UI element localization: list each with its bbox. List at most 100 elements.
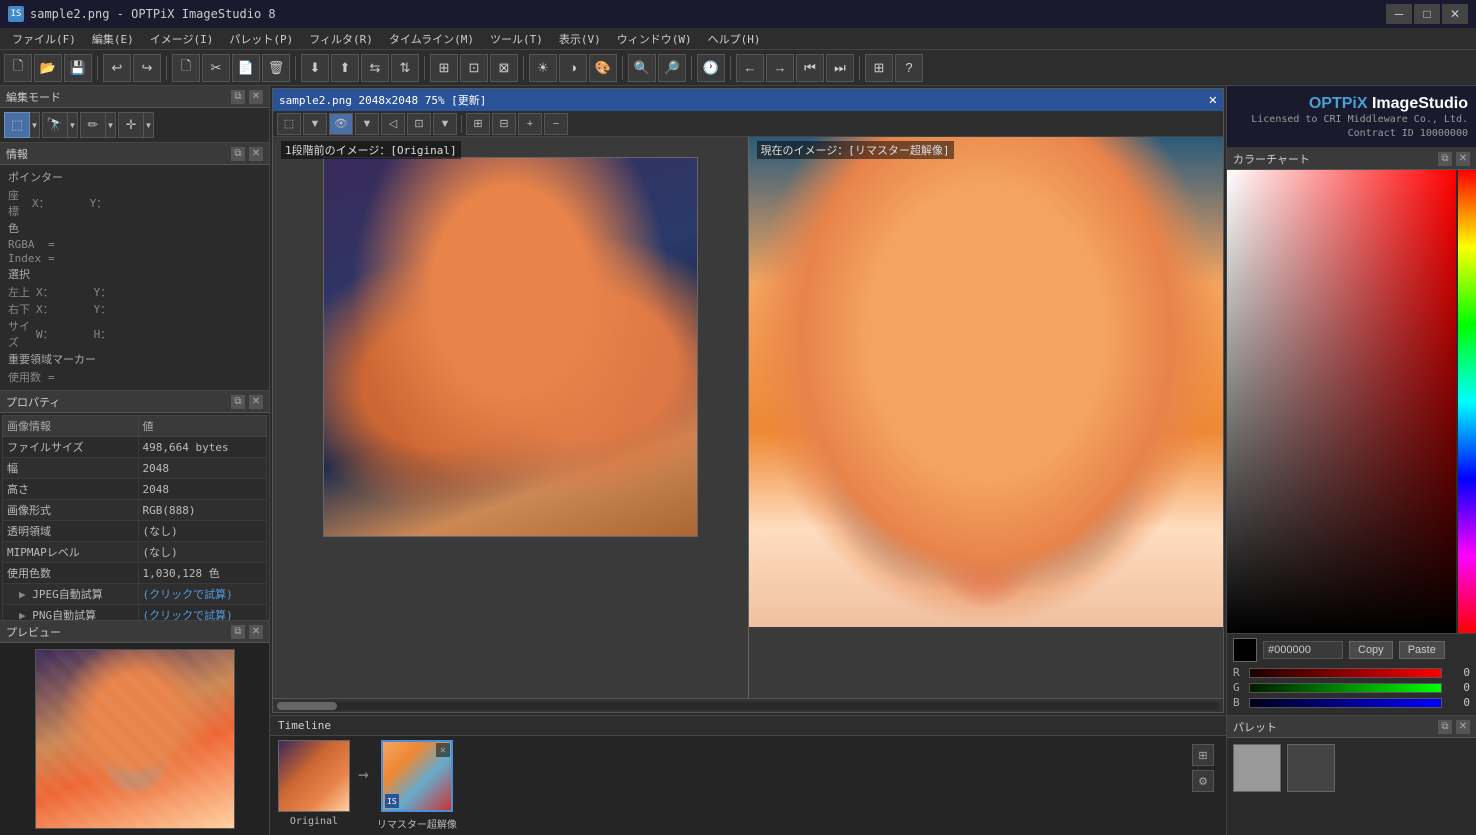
props-detach[interactable]: ⧉: [231, 395, 245, 409]
select-rect-tool[interactable]: ⬚: [4, 112, 30, 138]
prop-value-7[interactable]: (クリックで試算): [138, 584, 266, 605]
toolbar-open[interactable]: 📂: [34, 54, 62, 82]
toolbar-contrast[interactable]: ◑: [559, 54, 587, 82]
timeline-settings-btn[interactable]: ⚙: [1192, 770, 1214, 792]
toolbar-grid[interactable]: ⊞: [430, 54, 458, 82]
toolbar-last[interactable]: ⏭: [826, 54, 854, 82]
canvas-scrollbar[interactable]: [273, 698, 1223, 712]
color-section-title: 色: [8, 220, 261, 236]
menu-tools[interactable]: ツール(T): [482, 29, 551, 49]
toolbar-paste-doc[interactable]: 📄: [232, 54, 260, 82]
edit-mode-detach[interactable]: ⧉: [231, 90, 245, 104]
img-zoom-out[interactable]: −: [544, 113, 568, 135]
hue-strip[interactable]: [1458, 170, 1476, 633]
toolbar-save[interactable]: 💾: [64, 54, 92, 82]
menu-image[interactable]: イメージ(I): [142, 29, 222, 49]
toolbar-new[interactable]: 🗋: [4, 54, 32, 82]
prop-value-8[interactable]: (クリックで試算): [138, 605, 266, 621]
r-channel-slider[interactable]: [1249, 668, 1442, 678]
timeline-node-close[interactable]: ✕: [436, 743, 450, 757]
img-nav-btn[interactable]: ◁: [381, 113, 405, 135]
menu-help[interactable]: ヘルプ(H): [700, 29, 769, 49]
pencil-tool[interactable]: ✏: [80, 112, 106, 138]
toolbar-redo[interactable]: ↪: [133, 54, 161, 82]
img-view-dropdown[interactable]: ▼: [355, 113, 379, 135]
move-tool[interactable]: ✛: [118, 112, 144, 138]
img-select-btn[interactable]: ⬚: [277, 113, 301, 135]
color-hex-input[interactable]: [1263, 641, 1343, 659]
minimize-button[interactable]: ─: [1386, 4, 1412, 24]
scrollbar-thumb[interactable]: [277, 702, 337, 710]
toolbar-flipv[interactable]: ⇅: [391, 54, 419, 82]
menu-file[interactable]: ファイル(F): [4, 29, 84, 49]
menu-timeline[interactable]: タイムライン(M): [381, 29, 482, 49]
select-rect-dropdown[interactable]: ▼: [30, 112, 40, 138]
toolbar-delete[interactable]: 🗑: [262, 54, 290, 82]
b-channel-slider[interactable]: [1249, 698, 1442, 708]
timeline-thumb-remaster[interactable]: IS ✕: [381, 740, 453, 812]
color-paste-button[interactable]: Paste: [1399, 641, 1445, 659]
color-copy-button[interactable]: Copy: [1349, 641, 1393, 659]
eyedropper-dropdown[interactable]: ▼: [68, 112, 78, 138]
props-close[interactable]: ✕: [249, 395, 263, 409]
toolbar-first[interactable]: ⏮: [796, 54, 824, 82]
timeline-node-remaster: IS ✕ リマスター超解像: [377, 740, 457, 831]
image-window-close[interactable]: ✕: [1209, 92, 1217, 108]
toolbar-sep-1: [97, 56, 98, 80]
preview-detach[interactable]: ⧉: [231, 625, 245, 639]
timeline-thumb-original[interactable]: [278, 740, 350, 812]
toolbar-trim[interactable]: ⊡: [460, 54, 488, 82]
close-button[interactable]: ✕: [1442, 4, 1468, 24]
toolbar-export[interactable]: ⬆: [331, 54, 359, 82]
info-detach[interactable]: ⧉: [231, 147, 245, 161]
img-view-btn[interactable]: 👁: [329, 113, 353, 135]
g-channel-slider[interactable]: [1249, 683, 1442, 693]
img-grid-btn[interactable]: ⊞: [466, 113, 490, 135]
edit-mode-close[interactable]: ✕: [249, 90, 263, 104]
img-fit-btn[interactable]: ⊡: [407, 113, 431, 135]
palette-close[interactable]: ✕: [1456, 720, 1470, 734]
preview-close[interactable]: ✕: [249, 625, 263, 639]
palette-swatch-fg[interactable]: [1233, 744, 1281, 792]
img-zoom-in[interactable]: +: [518, 113, 542, 135]
prop-name-5: MIPMAPレベル: [3, 542, 139, 563]
menu-edit[interactable]: 編集(E): [84, 29, 142, 49]
toolbar-brightness[interactable]: ☀: [529, 54, 557, 82]
menu-filter[interactable]: フィルタ(R): [301, 29, 381, 49]
maximize-button[interactable]: □: [1414, 4, 1440, 24]
img-compare-btn[interactable]: ⊟: [492, 113, 516, 135]
toolbar-timer[interactable]: 🕐: [697, 54, 725, 82]
pencil-dropdown[interactable]: ▼: [106, 112, 116, 138]
color-picker-area[interactable]: [1227, 170, 1476, 633]
color-chart-detach[interactable]: ⧉: [1438, 152, 1452, 166]
toolbar-colorize[interactable]: 🎨: [589, 54, 617, 82]
toolbar-help[interactable]: ?: [895, 54, 923, 82]
palette-detach[interactable]: ⧉: [1438, 720, 1452, 734]
color-swatch[interactable]: [1233, 638, 1257, 662]
toolbar-next[interactable]: →: [766, 54, 794, 82]
toolbar-undo[interactable]: ↩: [103, 54, 131, 82]
timeline-content: Original → IS ✕ リマスター超解像 ⊞ ⚙: [270, 736, 1226, 835]
toolbar-zoom-out[interactable]: 🔎: [658, 54, 686, 82]
timeline-add-btn[interactable]: ⊞: [1192, 744, 1214, 766]
menu-view[interactable]: 表示(V): [551, 29, 609, 49]
palette-swatch-bg[interactable]: [1287, 744, 1335, 792]
b-channel-label: B: [1233, 696, 1245, 709]
color-chart-close[interactable]: ✕: [1456, 152, 1470, 166]
eyedropper-tool[interactable]: 🔭: [42, 112, 68, 138]
toolbar-prev[interactable]: ←: [736, 54, 764, 82]
toolbar-trim2[interactable]: ⊠: [490, 54, 518, 82]
toolbar-new2[interactable]: 🗋: [172, 54, 200, 82]
menu-window[interactable]: ウィンドウ(W): [609, 29, 700, 49]
img-select-dropdown[interactable]: ▼: [303, 113, 327, 135]
info-close[interactable]: ✕: [249, 147, 263, 161]
move-dropdown[interactable]: ▼: [144, 112, 154, 138]
toolbar-cut[interactable]: ✂: [202, 54, 230, 82]
menu-palette[interactable]: パレット(P): [221, 29, 301, 49]
right-panel: OPTPiX ImageStudio Licensed to CRI Middl…: [1226, 86, 1476, 835]
toolbar-fliph[interactable]: ⇆: [361, 54, 389, 82]
toolbar-windows[interactable]: ⊞: [865, 54, 893, 82]
img-fit-dropdown[interactable]: ▼: [433, 113, 457, 135]
toolbar-zoom-in[interactable]: 🔍: [628, 54, 656, 82]
toolbar-import[interactable]: ⬇: [301, 54, 329, 82]
